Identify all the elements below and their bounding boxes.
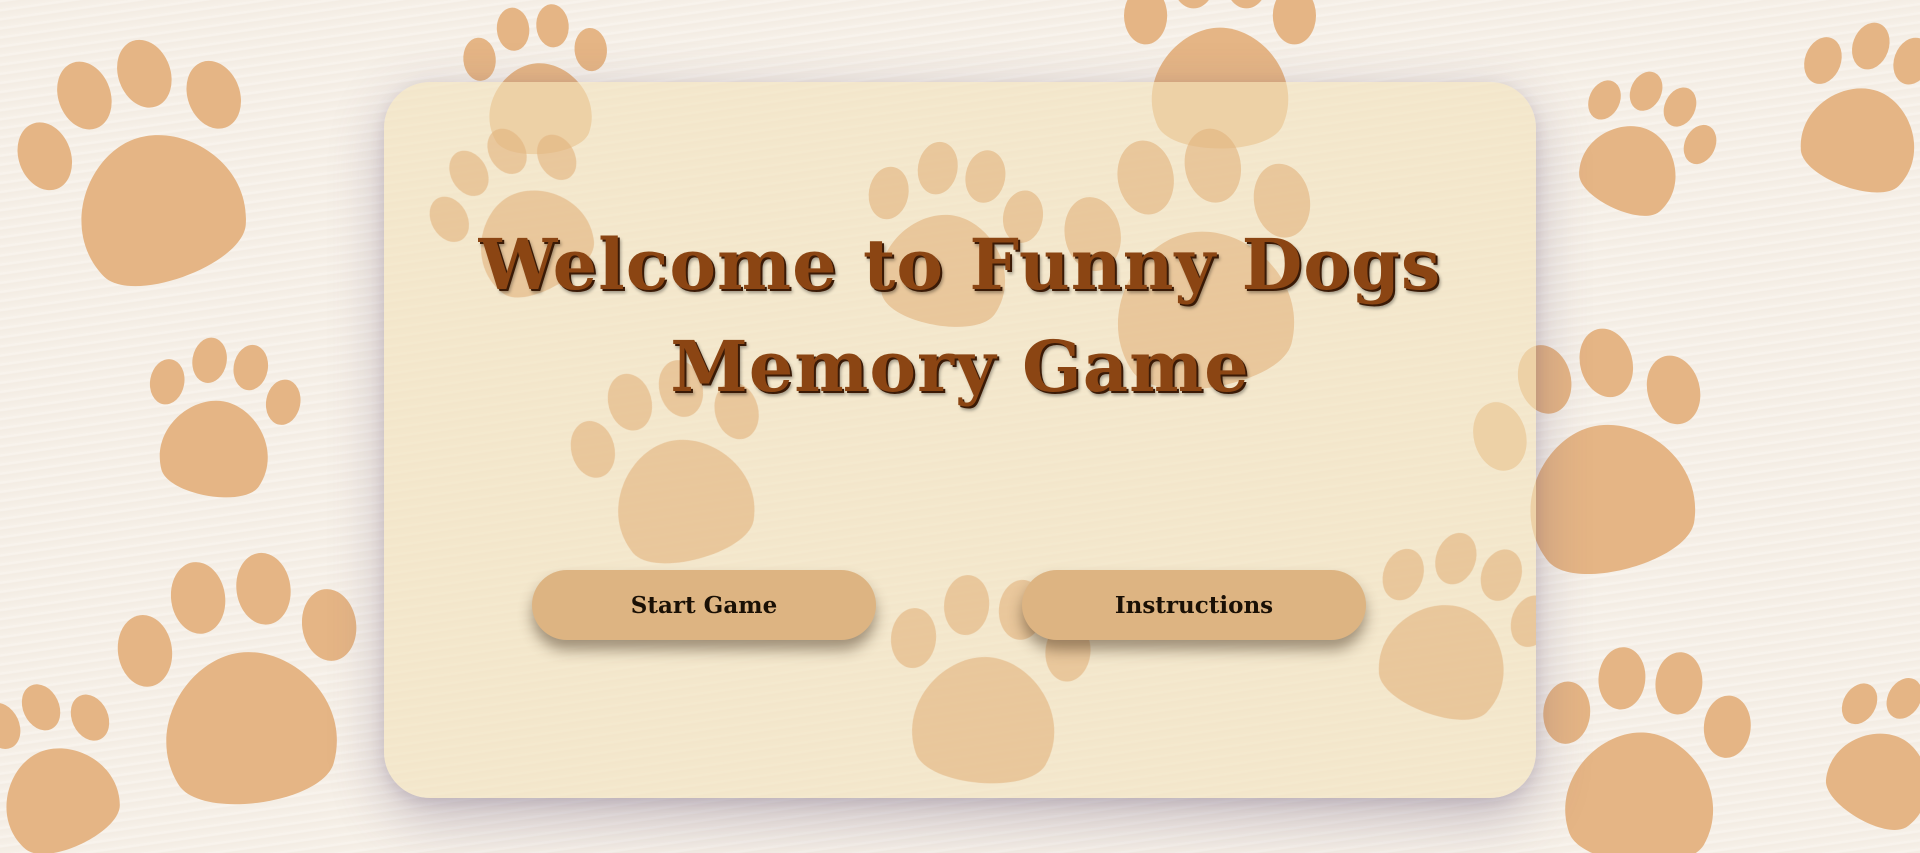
paw-print-icon — [0, 661, 154, 853]
start-game-button[interactable]: Start Game — [532, 570, 876, 640]
paw-print-icon — [1342, 511, 1536, 743]
paw-print-icon — [132, 328, 309, 509]
paw-print-icon — [1795, 653, 1920, 853]
title-line-1: Welcome to Funny Dogs — [478, 223, 1442, 306]
paw-print-icon — [1768, 3, 1920, 214]
card-paw-print-pattern — [406, 101, 1536, 792]
paw-print-icon — [0, 12, 294, 317]
instructions-button[interactable]: Instructions — [1022, 570, 1366, 640]
page-title: Welcome to Funny Dogs Memory Game — [384, 214, 1536, 418]
title-line-2: Memory Game — [670, 325, 1250, 408]
paw-print-icon — [106, 540, 380, 820]
paw-print-icon — [1550, 51, 1734, 237]
welcome-card: Welcome to Funny Dogs Memory Game Start … — [384, 82, 1536, 798]
paw-print-icon — [1530, 640, 1757, 853]
